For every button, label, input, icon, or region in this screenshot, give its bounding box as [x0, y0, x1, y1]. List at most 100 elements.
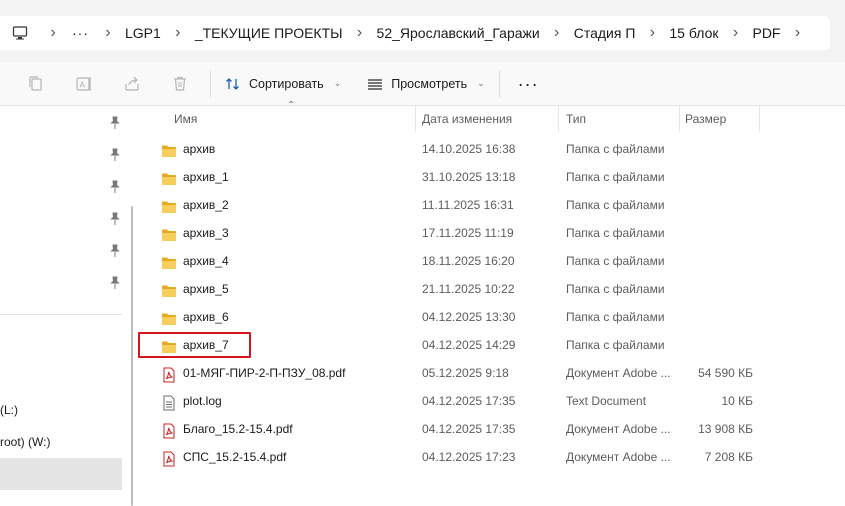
file-name-cell[interactable]: Благо_15.2-15.4.pdf [161, 415, 416, 443]
file-name: архив_6 [183, 310, 229, 324]
file-type: Папка с файлами [566, 338, 665, 352]
column-header-row: ⌃ Имя Дата изменения Тип Размер [137, 100, 845, 132]
nav-item-selected[interactable] [0, 458, 122, 490]
file-size [681, 275, 753, 303]
file-date: 11.11.2025 16:31 [422, 198, 514, 212]
file-size [681, 303, 753, 331]
share-icon[interactable] [108, 68, 156, 100]
file-name: архив_4 [183, 254, 229, 268]
folder-icon [161, 281, 177, 297]
file-row[interactable]: архив_3 17.11.2025 11:19 Папка с файлами [137, 219, 845, 247]
file-row[interactable]: архив_6 04.12.2025 13:30 Папка с файлами [137, 303, 845, 331]
chevron-right-icon[interactable]: › [165, 16, 191, 50]
toolbar-divider [498, 70, 500, 97]
chevron-right-icon[interactable]: › [544, 16, 570, 50]
file-row[interactable]: 01-МЯГ-ПИР-2-П-ПЗУ_08.pdf 05.12.2025 9:18… [137, 359, 845, 387]
breadcrumb-item[interactable]: Стадия П [570, 16, 640, 50]
file-row[interactable]: архив_4 18.11.2025 16:20 Папка с файлами [137, 247, 845, 275]
chevron-right-icon[interactable]: › [347, 16, 373, 50]
nav-scrollbar[interactable] [131, 206, 133, 506]
file-row[interactable]: архив_1 31.10.2025 13:18 Папка с файлами [137, 163, 845, 191]
file-row[interactable]: архив_2 11.11.2025 16:31 Папка с файлами [137, 191, 845, 219]
pin-icon[interactable] [108, 148, 122, 162]
rename-icon[interactable]: A [60, 68, 108, 100]
file-date: 31.10.2025 13:18 [422, 170, 516, 184]
file-row[interactable]: архив 14.10.2025 16:38 Папка с файлами [137, 135, 845, 163]
file-type: Документ Adobe ... [566, 366, 671, 380]
file-list: ⌃ Имя Дата изменения Тип Размер архив 14.… [137, 100, 845, 506]
svg-text:A: A [80, 80, 86, 89]
pdf-icon [161, 449, 177, 467]
file-name: архив_5 [183, 282, 229, 296]
file-name-cell[interactable]: 01-МЯГ-ПИР-2-П-ПЗУ_08.pdf [161, 359, 416, 387]
file-name-cell[interactable]: архив [161, 135, 416, 163]
chevron-down-icon: ⌄ [333, 78, 342, 88]
view-button[interactable]: Просмотреть ⌄ [359, 68, 492, 100]
nav-divider [0, 314, 122, 315]
file-type: Документ Adobe ... [566, 422, 671, 436]
chevron-right-icon[interactable]: › [784, 16, 810, 50]
breadcrumb-item[interactable]: _ТЕКУЩИЕ ПРОЕКТЫ [191, 16, 347, 50]
file-row[interactable]: СПС_15.2-15.4.pdf 04.12.2025 17:23 Докумен… [137, 443, 845, 471]
file-name: архив_2 [183, 198, 229, 212]
file-name-cell[interactable]: архив_1 [161, 163, 416, 191]
file-size [681, 247, 753, 275]
file-date: 14.10.2025 16:38 [422, 142, 516, 156]
more-options-button[interactable]: ··· [506, 68, 551, 100]
file-row[interactable]: архив_5 21.11.2025 10:22 Папка с файлами [137, 275, 845, 303]
file-name-cell[interactable]: архив_2 [161, 191, 416, 219]
breadcrumb-item[interactable]: LGP1 [121, 16, 165, 50]
folder-icon [161, 141, 177, 157]
copy-icon[interactable] [12, 68, 60, 100]
file-type: Папка с файлами [566, 142, 665, 156]
chevron-right-icon[interactable]: › [639, 16, 665, 50]
folder-icon [161, 225, 177, 241]
pdf-icon [161, 421, 177, 439]
column-header-name[interactable]: Имя [166, 106, 416, 132]
folder-icon [161, 253, 177, 269]
file-explorer-window: › ··· › LGP1 › _ТЕКУЩИЕ ПРОЕКТЫ › 52_Яро… [0, 0, 845, 506]
pin-icon[interactable] [108, 244, 122, 258]
computer-icon[interactable] [0, 25, 40, 41]
nav-item-drive-w[interactable]: root) (W:) [0, 435, 50, 449]
file-name: plot.log [183, 394, 222, 408]
file-name-cell[interactable]: архив_4 [161, 247, 416, 275]
pin-icon[interactable] [108, 276, 122, 290]
file-size: 7 208 КБ [704, 450, 753, 464]
pin-icon[interactable] [108, 212, 122, 226]
column-header-type[interactable]: Тип [558, 106, 680, 132]
file-size [681, 331, 753, 359]
file-row[interactable]: Благо_15.2-15.4.pdf 04.12.2025 17:35 Докум… [137, 415, 845, 443]
file-row[interactable]: plot.log 04.12.2025 17:35 Text Document 10 … [137, 387, 845, 415]
file-type: Text Document [566, 394, 647, 408]
column-header-date[interactable]: Дата изменения [414, 106, 559, 132]
breadcrumb-item[interactable]: PDF [748, 16, 784, 50]
chevron-right-icon[interactable]: › [722, 16, 748, 50]
file-type: Папка с файлами [566, 170, 665, 184]
command-bar: A Сортировать ⌄ Просмотреть ⌄ ··· [0, 62, 845, 106]
file-name-cell[interactable]: plot.log [161, 387, 416, 415]
pin-icon[interactable] [108, 180, 122, 194]
breadcrumb-item[interactable]: 15 блок [665, 16, 722, 50]
address-bar[interactable]: › ··· › LGP1 › _ТЕКУЩИЕ ПРОЕКТЫ › 52_Яро… [0, 16, 830, 50]
selection-highlight-box [138, 332, 251, 358]
sort-button[interactable]: Сортировать ⌄ [217, 68, 349, 100]
file-name-cell[interactable]: архив_3 [161, 219, 416, 247]
file-type: Папка с файлами [566, 282, 665, 296]
column-header-size[interactable]: Размер [677, 106, 760, 132]
breadcrumb-item[interactable]: 52_Ярославский_Гаражи [373, 16, 544, 50]
file-name: Благо_15.2-15.4.pdf [183, 422, 293, 436]
file-type: Папка с файлами [566, 226, 665, 240]
file-name-cell[interactable]: СПС_15.2-15.4.pdf [161, 443, 416, 471]
text-file-icon [161, 393, 177, 411]
folder-icon [161, 169, 177, 185]
file-name-cell[interactable]: архив_6 [161, 303, 416, 331]
breadcrumb-overflow-button[interactable]: ··· [66, 16, 95, 50]
file-date: 04.12.2025 14:29 [422, 338, 516, 352]
delete-icon[interactable] [156, 68, 204, 100]
file-name-cell[interactable]: архив_5 [161, 275, 416, 303]
nav-item-drive-l[interactable]: (L:) [0, 403, 18, 417]
pin-icon[interactable] [108, 116, 122, 130]
file-date: 04.12.2025 13:30 [422, 310, 516, 324]
folder-icon [161, 197, 177, 213]
